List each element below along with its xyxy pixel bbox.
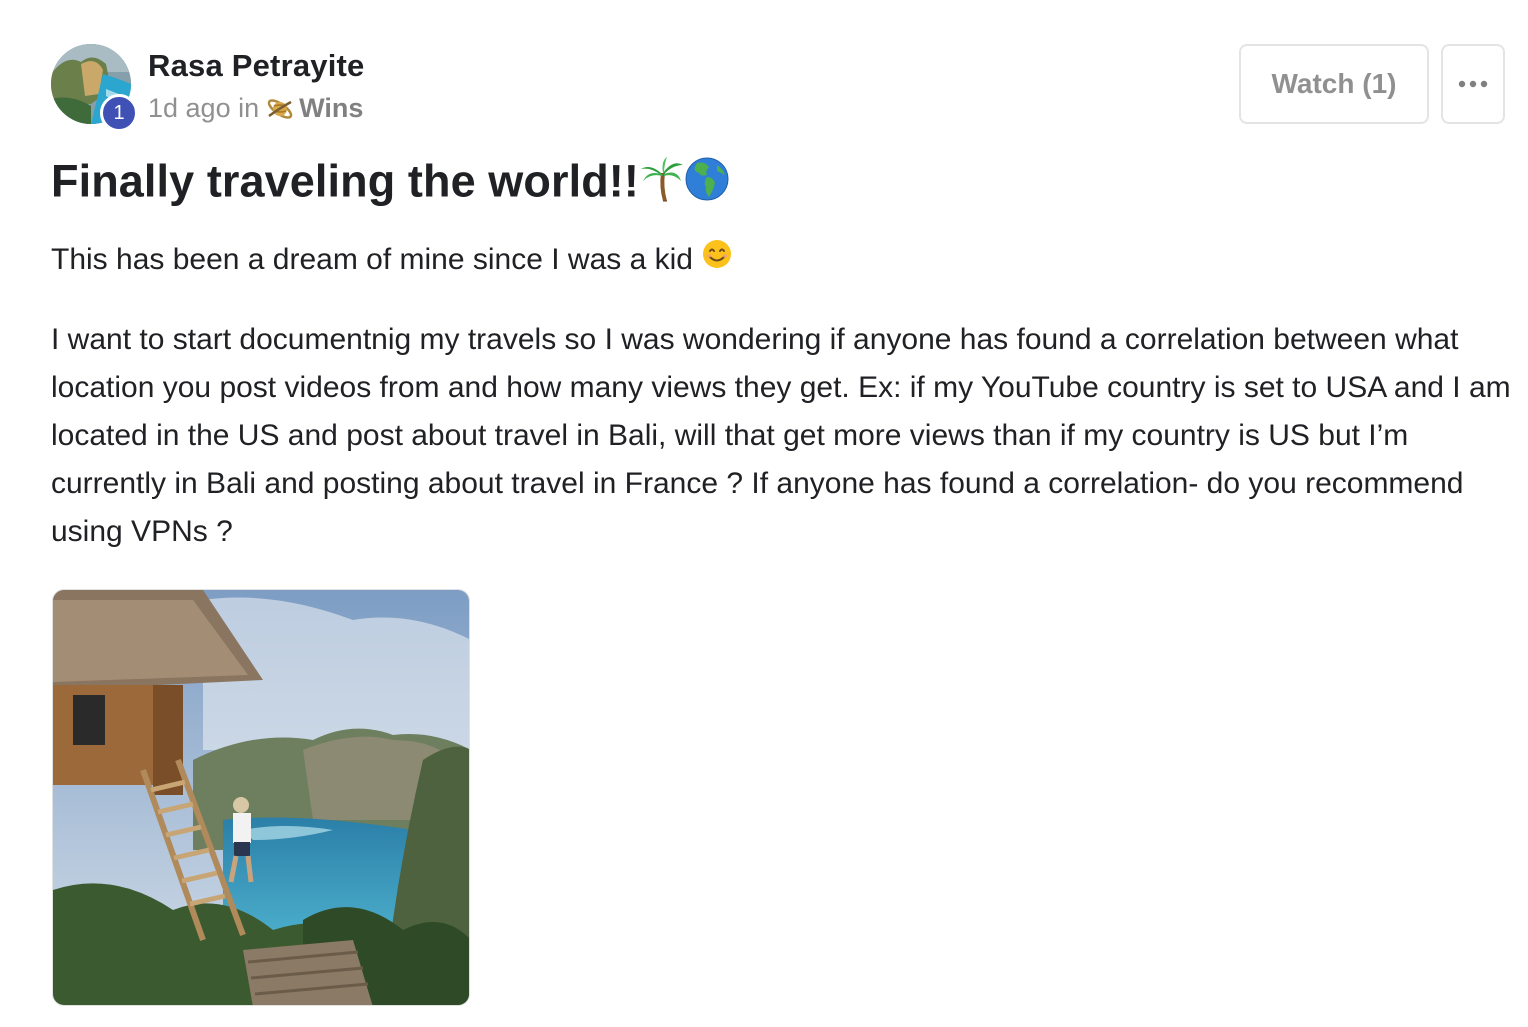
post-body-text-1: This has been a dream of mine since I wa…: [51, 243, 693, 276]
author-name[interactable]: Rasa Petrayite: [148, 48, 365, 84]
palm-tree-icon: [639, 155, 683, 214]
attachment-image[interactable]: [52, 589, 470, 1006]
saturn-planet-icon: [265, 94, 295, 124]
more-options-button[interactable]: [1441, 44, 1505, 124]
post-title: Finally traveling the world!!: [51, 155, 731, 214]
category-link[interactable]: Wins: [299, 93, 363, 124]
post-body-paragraph-1: This has been a dream of mine since I wa…: [51, 236, 733, 285]
post-meta: 1d ago in Wins: [148, 93, 363, 124]
smiling-face-icon: [701, 237, 733, 285]
author-avatar[interactable]: 1: [51, 44, 138, 132]
travel-photo: [53, 590, 469, 1005]
post-body-paragraph-2: I want to start documentnig my travels s…: [51, 323, 1511, 548]
globe-americas-icon: [683, 155, 731, 214]
watch-button[interactable]: Watch (1): [1239, 44, 1429, 124]
post-time: 1d ago in: [148, 93, 260, 123]
post-card: 1 Rasa Petrayite 1d ago in Wins Watch (1…: [0, 0, 1528, 1027]
post-title-text: Finally traveling the world!!: [51, 155, 639, 207]
level-badge: 1: [100, 94, 138, 132]
ellipsis-icon: [1458, 80, 1488, 88]
